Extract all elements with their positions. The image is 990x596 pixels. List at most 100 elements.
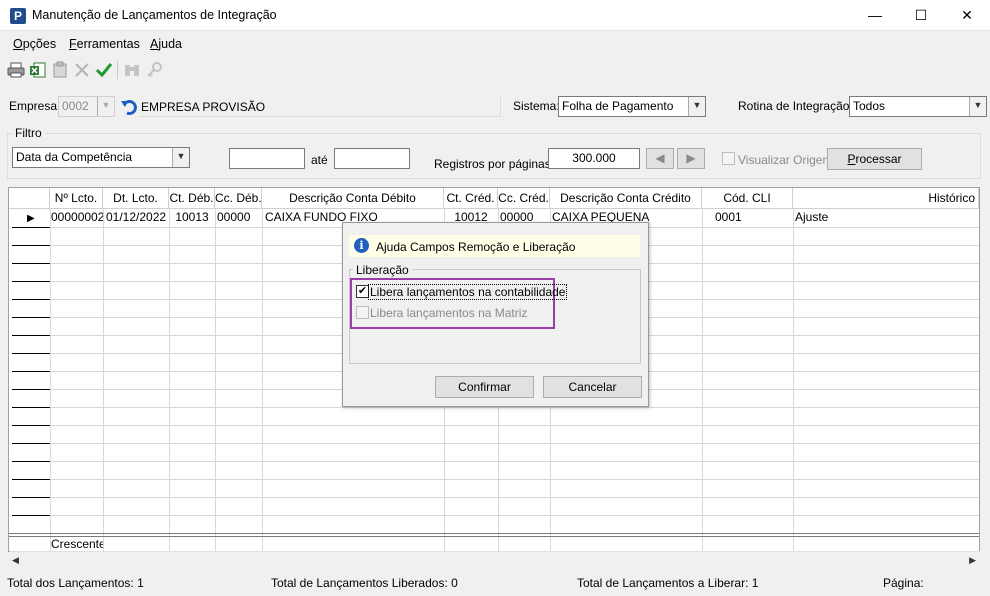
column-header[interactable]: Cc. Déb. [215,188,262,209]
grid-line [103,209,104,551]
row-indicator-line [12,515,50,516]
row-indicator-line [12,245,50,246]
confirmar-button[interactable]: Confirmar [435,376,534,398]
row-indicator-line [12,407,50,408]
registros-input[interactable]: 300.000 [548,148,640,169]
confirm-check-icon[interactable] [95,61,113,79]
date-type-value: Data da Competência [16,150,133,164]
prev-page-icon[interactable]: ◀ [646,148,674,169]
empresa-name-display: EMPRESA PROVISÃO [139,96,501,117]
empresa-code-value: 0002 [62,99,89,113]
cell-historico[interactable]: Ajuste [795,209,975,226]
cell-n-lcto[interactable]: 00000002 [51,209,103,226]
date-to-input[interactable] [334,148,410,169]
dialog-header-text: Ajuda Campos Remoção e Liberação [376,240,576,254]
column-header[interactable]: Dt. Lcto. [103,188,169,209]
grid-footer-sort: Crescente [51,537,103,551]
column-header[interactable]: Ct. Déb. [169,188,215,209]
scroll-right-icon[interactable]: ▶ [969,555,976,566]
date-from-input[interactable] [229,148,305,169]
row-indicator-line [12,461,50,462]
status-total-liberados: Total de Lançamentos Liberados: 0 [271,576,458,590]
scroll-left-icon[interactable]: ◀ [12,555,19,566]
key-icon[interactable] [145,61,163,79]
grid-line [702,209,703,551]
column-header[interactable]: Cód. CLI [702,188,793,209]
liberacao-group-title: Liberação [353,263,412,277]
visualizar-origem-label: Visualizar Origem [738,153,833,167]
row-indicator-line [12,281,50,282]
column-header[interactable]: Cc. Créd. [498,188,550,209]
binoculars-icon[interactable] [123,61,141,79]
cell-cc-deb[interactable]: 00000 [217,209,261,226]
row-indicator-line [12,227,50,228]
row-indicator-line [12,443,50,444]
column-header[interactable]: Ct. Créd. [444,188,498,209]
delete-icon[interactable] [73,61,91,79]
rotina-label: Rotina de Integração: [738,99,853,113]
sistema-select[interactable]: Folha de Pagamento ▼ [558,96,706,117]
next-page-icon[interactable]: ▶ [677,148,705,169]
row-indicator-line [12,263,50,264]
current-row-pointer-icon: ▶ [27,213,35,224]
grid-line [50,479,979,480]
undo-icon[interactable] [119,97,139,117]
row-indicator-line [12,389,50,390]
close-button[interactable]: ✕ [944,0,990,31]
rotina-select[interactable]: Todos ▼ [849,96,987,117]
processar-label: rocessar [855,152,902,166]
chevron-down-icon[interactable]: ▼ [688,97,705,116]
row-indicator-line [12,299,50,300]
chevron-down-icon[interactable]: ▼ [969,97,986,116]
libera-matriz-checkbox[interactable] [356,306,369,319]
horizontal-scrollbar[interactable]: ◀ ▶ [10,551,980,568]
status-total-lancamentos: Total dos Lançamentos: 1 [7,576,144,590]
cancelar-button[interactable]: Cancelar [543,376,642,398]
row-indicator-line [12,353,50,354]
date-type-select[interactable]: Data da Competência ▼ [12,147,190,168]
column-header[interactable]: Nº Lcto. [50,188,103,209]
chevron-down-icon[interactable]: ▼ [172,148,189,167]
row-indicator-line [12,371,50,372]
cell-cod-cli[interactable]: 0001 [715,209,791,226]
row-indicator-line [12,425,50,426]
status-pagina: Página: [883,576,924,590]
grid-line [262,209,263,551]
minimize-button[interactable]: — [852,0,898,31]
cell-ct-deb[interactable]: 10013 [169,209,215,226]
grid-corner [9,188,50,209]
column-header[interactable]: Histórico [793,188,979,209]
column-header[interactable]: Descrição Conta Crédito [550,188,702,209]
libera-matriz-label: Libera lançamentos na Matriz [370,306,528,320]
grid-line [50,407,979,408]
menu-ajuda[interactable]: Ajuda [150,37,182,51]
libera-contabilidade-label[interactable]: Libera lançamentos na contabilidade [367,284,568,300]
grid-line [50,425,979,426]
libera-contabilidade-checkbox[interactable]: ✔ [356,285,369,298]
menu-ferramentas[interactable]: Ferramentas [69,37,140,51]
chevron-down-icon[interactable]: ▼ [97,97,114,116]
grid-line [50,209,51,551]
row-indicator-line [12,317,50,318]
status-total-a-liberar: Total de Lançamentos a Liberar: 1 [577,576,759,590]
liberacao-dialog: i Ajuda Campos Remoção e Liberação Liber… [342,222,649,407]
grid-line [793,209,794,551]
app-logo-icon: P [10,8,26,24]
grid-line [215,209,216,551]
empresa-label: Empresa: [9,99,61,113]
excel-export-icon[interactable] [29,61,47,79]
clipboard-icon[interactable] [51,61,69,79]
grid-footer-separator [9,533,979,534]
empresa-code-field[interactable]: 0002 ▼ [58,96,115,117]
processar-button[interactable]: Processar [827,148,922,170]
printer-icon[interactable] [7,61,25,79]
cell-dt-lcto[interactable]: 01/12/2022 [106,209,168,226]
grid-line [50,497,979,498]
menu-opcoes[interactable]: Opções [13,37,56,51]
grid-footer-separator [9,536,979,537]
maximize-button[interactable]: ☐ [898,0,944,31]
column-header[interactable]: Descrição Conta Débito [262,188,444,209]
rotina-value: Todos [853,99,886,113]
visualizar-origem-checkbox[interactable] [722,152,735,165]
menu-bar: Opções Ferramentas Ajuda [0,33,990,55]
